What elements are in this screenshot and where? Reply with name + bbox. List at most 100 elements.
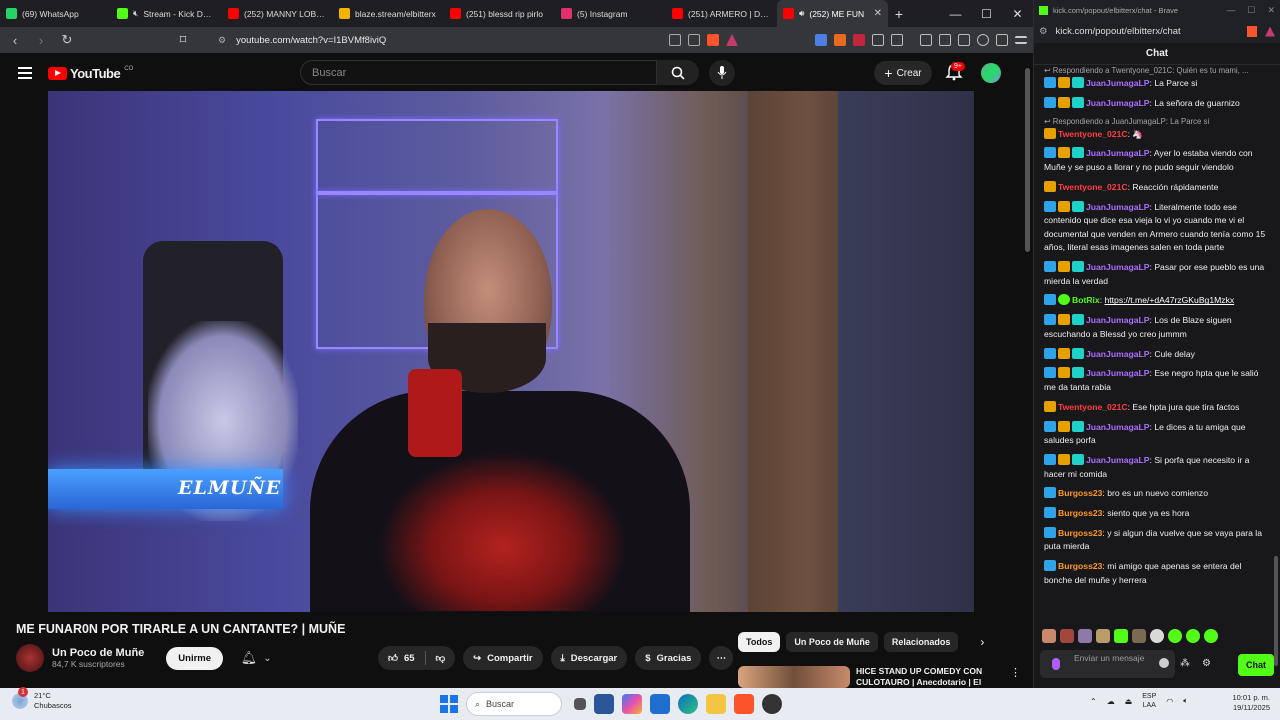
browser-tab[interactable]: blaze.stream/elbitterx [333,0,444,27]
crown-badge-icon[interactable] [1058,96,1070,108]
browser-tab[interactable]: (251) ARMERO | DOC [666,0,777,27]
chat-username[interactable]: Twentyone_021C [1058,129,1128,139]
weather-widget[interactable]: 1 21°C Chubascos [12,687,72,711]
recommended-title[interactable]: HICE STAND UP COMEDY CON CULOTAURO | Ane… [856,666,996,688]
crown-badge-icon[interactable] [1058,453,1070,465]
volume-icon[interactable]: 🔈︎ [1183,696,1188,706]
chat-username[interactable]: JuanJumagaLP [1086,422,1150,432]
close-tab-icon[interactable]: ✕ [874,8,882,19]
muted-icon[interactable]: 🔇︎ [133,8,138,19]
emote-icon[interactable] [1204,629,1218,643]
subscriber-badge-icon[interactable] [1072,147,1084,159]
chat-link[interactable]: https://t.me/+dA47rzGKuBg1Mzkx [1104,295,1234,305]
page-scrollbar[interactable] [1022,56,1033,688]
download-button[interactable]: ⤓ Descargar [550,646,628,670]
subscriber-badge-icon[interactable] [1072,77,1084,88]
chat-username[interactable]: JuanJumagaLP [1086,78,1150,88]
emote-icon[interactable] [1132,629,1146,643]
verified-badge-icon[interactable] [1044,487,1056,499]
chat-username[interactable]: BotRix [1072,295,1100,305]
browser-tab[interactable]: (251) blessd rip pirlo [444,0,555,27]
crown-badge-icon[interactable] [1044,180,1056,192]
site-info-icon[interactable]: ⚙ [218,35,226,46]
menu-icon[interactable] [1015,36,1027,44]
subscriber-badge-icon[interactable] [1072,420,1084,432]
crown-badge-icon[interactable] [1058,77,1070,88]
channel-name[interactable]: Un Poco de Muñe [52,647,144,659]
crown-badge-icon[interactable] [1058,261,1070,273]
emote-icon[interactable] [1114,629,1128,643]
taskbar-search[interactable]: ⌕ Buscar [466,692,562,716]
verified-badge-icon[interactable] [1044,420,1056,432]
chat-username[interactable]: JuanJumagaLP [1086,262,1150,272]
chat-scrollbar[interactable] [1274,66,1278,666]
subscriber-badge-icon[interactable] [1072,261,1084,273]
search-button[interactable] [657,60,699,85]
snipping-tool-icon[interactable] [594,694,614,714]
subscriber-badge-icon[interactable] [1072,367,1084,379]
chat-username[interactable]: JuanJumagaLP [1086,315,1150,325]
emote-icon[interactable] [1186,629,1200,643]
back-button[interactable]: ‹ [6,33,24,48]
close-window-button[interactable]: ✕ [1267,5,1275,16]
subscriber-badge-icon[interactable] [1072,314,1084,326]
brave-rewards-icon[interactable] [1265,26,1275,37]
crown-badge-icon[interactable] [1044,127,1056,139]
language-indicator[interactable]: ESP LAA [1142,692,1156,710]
crown-badge-icon[interactable] [1058,314,1070,326]
chat-username[interactable]: Twentyone_021C [1058,402,1128,412]
brave-shields-icon[interactable] [1247,26,1257,37]
voice-search-button[interactable] [709,60,735,86]
chat-username[interactable]: JuanJumagaLP [1086,98,1150,108]
channel-avatar[interactable] [16,644,44,672]
new-tab-button[interactable]: + [888,6,910,22]
chat-input[interactable]: Enviar un mensaje [1040,650,1175,678]
share-button[interactable]: ↪ Compartir [463,646,543,670]
chat-username[interactable]: Burgoss23 [1058,508,1102,518]
extension-m-icon[interactable] [853,34,865,46]
verified-badge-icon[interactable] [1044,261,1056,273]
brave-browser-icon[interactable] [734,694,754,714]
chat-username[interactable]: JuanJumagaLP [1086,148,1150,158]
youtube-logo[interactable]: YouTube CO [48,66,133,81]
media-icon[interactable] [891,34,903,46]
subscriber-badge-icon[interactable] [1072,453,1084,465]
filter-chip[interactable]: Un Poco de Muñe [786,632,878,652]
crown-badge-icon[interactable] [1058,367,1070,379]
usb-icon[interactable]: ⏏︎ [1125,697,1133,706]
scrollbar-thumb[interactable] [1025,68,1030,252]
verified-badge-icon[interactable] [1044,200,1056,212]
chevron-up-icon[interactable]: ⌃ [1090,697,1097,706]
chat-url[interactable]: kick.com/popout/elbitterx/chat [1056,26,1239,37]
search-input[interactable]: Buscar [300,60,657,85]
ai-leo-icon[interactable] [996,34,1008,46]
app-icon[interactable] [762,694,782,714]
chat-username[interactable]: Twentyone_021C [1058,182,1128,192]
verified-badge-icon[interactable] [1044,560,1056,572]
browser-tab[interactable]: 🔇︎ Stream - Kick Dash [111,0,222,27]
url-field[interactable]: ⚙ youtube.com/watch?v=I1BVMf8iviQ [218,35,661,46]
crown-badge-icon[interactable] [1058,147,1070,159]
recommended-video[interactable]: HICE STAND UP COMEDY CON CULOTAURO | Ane… [738,666,1021,688]
bot-badge-icon[interactable] [1058,294,1070,306]
verified-badge-icon[interactable] [1044,147,1056,159]
verified-badge-icon[interactable] [1044,96,1056,108]
close-window-button[interactable]: ✕ [1002,7,1033,21]
brave-shields-icon[interactable] [707,34,719,46]
copilot-icon[interactable] [622,694,642,714]
settings-gear-icon[interactable]: ⚙ [1202,658,1211,669]
audio-playing-icon[interactable]: 🔊︎ [799,8,804,19]
forward-button[interactable]: › [32,33,50,48]
browser-tab[interactable]: 🔊︎ (252) ME FUN ✕ [777,0,888,27]
brave-rewards-icon[interactable] [726,34,738,46]
emote-icon[interactable] [1150,629,1164,643]
minimize-button[interactable]: — [1226,5,1235,16]
crown-badge-icon[interactable] [1058,200,1070,212]
users-icon[interactable]: ⁂ [1180,658,1190,669]
like-button[interactable]: 👍︎ 65 👎︎ [378,646,456,670]
video-player[interactable]: ELMUÑE [48,91,974,612]
emote-icon[interactable] [1060,629,1074,643]
more-actions-button[interactable]: ⋯ [709,646,734,670]
filter-chip[interactable]: Relacionados [883,632,959,652]
edge-browser-icon[interactable] [678,694,698,714]
